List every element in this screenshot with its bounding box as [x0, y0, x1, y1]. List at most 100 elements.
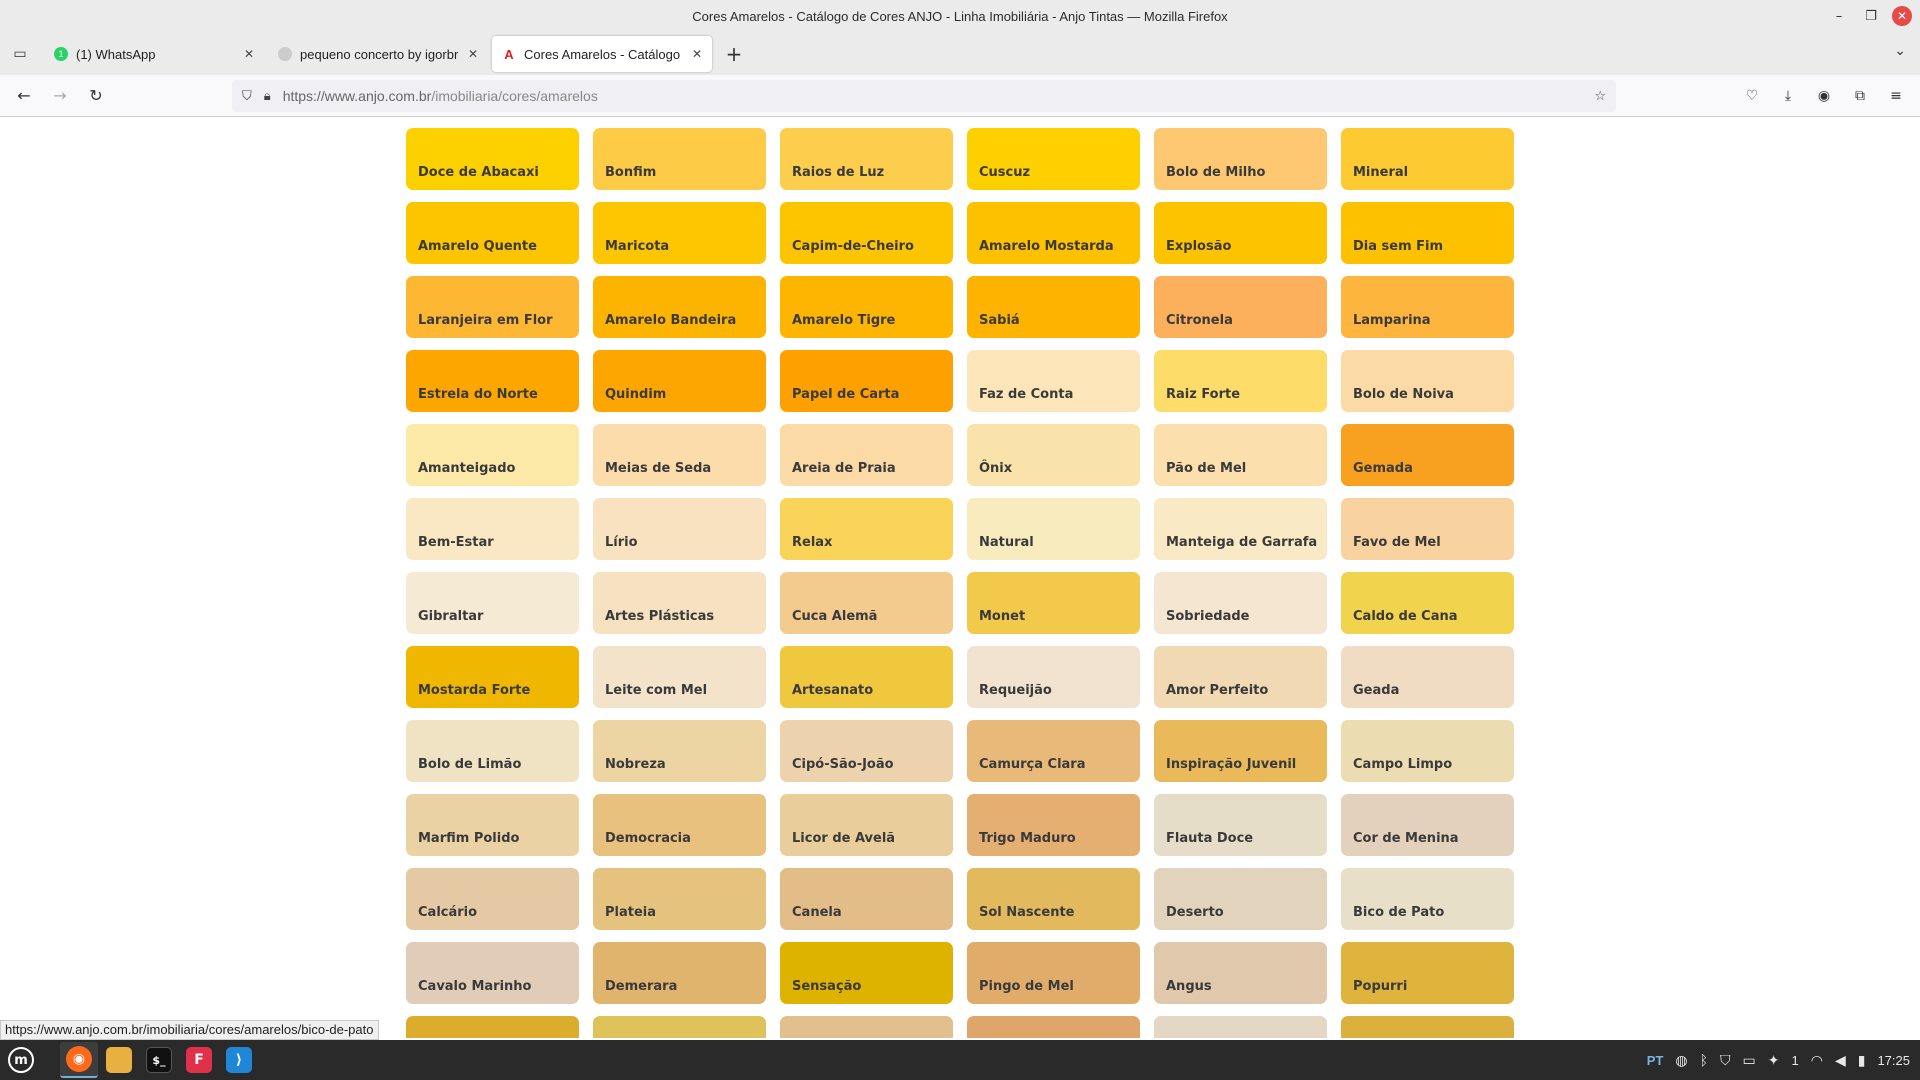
notification-icon[interactable]: ✦ [1768, 1052, 1780, 1069]
color-swatch[interactable]: Relax [780, 498, 953, 560]
color-swatch[interactable]: Cipó-São-João [780, 720, 953, 782]
color-swatch[interactable]: Laranjeira em Flor [406, 276, 579, 338]
color-swatch[interactable]: Bico de Pato [1341, 868, 1514, 930]
color-swatch[interactable]: Flauta Doce [1154, 794, 1327, 856]
color-swatch[interactable]: Geada [1341, 646, 1514, 708]
taskbar-files[interactable] [100, 1042, 138, 1078]
color-swatch[interactable]: Deserto [1154, 868, 1327, 930]
color-swatch[interactable]: Sol Nascente [967, 868, 1140, 930]
extensions-icon[interactable]: ⧉ [1846, 80, 1874, 112]
color-swatch[interactable]: Estrela do Norte [406, 350, 579, 412]
color-swatch[interactable]: Explosão [1154, 202, 1327, 264]
clock[interactable]: 17:25 [1877, 1053, 1910, 1068]
color-swatch[interactable]: Amarelo Tigre [780, 276, 953, 338]
color-swatch[interactable]: Cavalo Marinho [406, 942, 579, 1004]
color-swatch[interactable]: Areia de Praia [780, 424, 953, 486]
color-swatch[interactable]: Capim-de-Cheiro [780, 202, 953, 264]
color-swatch[interactable]: Mineral [1341, 128, 1514, 190]
color-swatch[interactable]: Bolo de Milho [1154, 128, 1327, 190]
color-swatch[interactable]: Manteiga de Garrafa [1154, 498, 1327, 560]
color-swatch[interactable]: Nobreza [593, 720, 766, 782]
wifi-icon[interactable]: ◠ [1811, 1052, 1823, 1069]
color-swatch[interactable]: Citronela [1154, 276, 1327, 338]
color-swatch[interactable]: Dia sem Fim [1341, 202, 1514, 264]
mint-menu-button[interactable]: m [2, 1042, 40, 1078]
color-swatch[interactable] [1341, 1016, 1514, 1038]
reload-icon[interactable]: ↻ [78, 80, 114, 112]
discord-icon[interactable]: ◍ [1675, 1052, 1687, 1069]
color-swatch[interactable]: Camurça Clara [967, 720, 1140, 782]
tab-close-icon[interactable]: ✕ [244, 47, 254, 61]
color-swatch[interactable]: Artesanato [780, 646, 953, 708]
color-swatch[interactable]: Cuscuz [967, 128, 1140, 190]
color-swatch[interactable]: Quindim [593, 350, 766, 412]
minimize-icon[interactable]: – [1828, 5, 1850, 27]
color-swatch[interactable]: Inspiração Juvenil [1154, 720, 1327, 782]
color-swatch[interactable] [780, 1016, 953, 1038]
shield-icon[interactable]: ⛉ [242, 89, 252, 104]
color-swatch[interactable]: Bolo de Limão [406, 720, 579, 782]
color-swatch[interactable]: Popurri [1341, 942, 1514, 1004]
color-swatch[interactable]: Raios de Luz [780, 128, 953, 190]
battery-icon[interactable]: ▮ [1858, 1052, 1866, 1069]
color-swatch[interactable]: Gemada [1341, 424, 1514, 486]
color-swatch[interactable]: Monet [967, 572, 1140, 634]
color-swatch[interactable] [967, 1016, 1140, 1038]
color-swatch[interactable]: Angus [1154, 942, 1327, 1004]
url-text[interactable]: https://www.anjo.com.br/imobiliaria/core… [283, 88, 1583, 104]
color-swatch[interactable]: Meias de Seda [593, 424, 766, 486]
color-swatch[interactable]: Democracia [593, 794, 766, 856]
color-swatch[interactable]: Amarelo Quente [406, 202, 579, 264]
color-swatch[interactable]: Bem-Estar [406, 498, 579, 560]
color-swatch[interactable]: Pão de Mel [1154, 424, 1327, 486]
color-swatch[interactable]: Sensação [780, 942, 953, 1004]
color-swatch[interactable]: Raiz Forte [1154, 350, 1327, 412]
tab-anjo[interactable]: A Cores Amarelos - Catálogo de ✕ [492, 36, 712, 72]
color-swatch[interactable]: Marfim Polido [406, 794, 579, 856]
tab-list-icon[interactable]: ▭ [0, 33, 40, 75]
color-swatch[interactable]: Favo de Mel [1341, 498, 1514, 560]
color-swatch[interactable]: Natural [967, 498, 1140, 560]
color-swatch[interactable]: Maricota [593, 202, 766, 264]
volume-icon[interactable]: ◀ [1835, 1052, 1846, 1069]
tab-close-icon[interactable]: ✕ [468, 47, 478, 61]
color-swatch[interactable] [406, 1016, 579, 1038]
color-swatch[interactable]: Cuca Alemã [780, 572, 953, 634]
lock-icon[interactable]: 🔒︎ [264, 89, 271, 104]
bluetooth-icon[interactable]: ᛒ [1700, 1052, 1708, 1068]
pocket-icon[interactable]: ♡ [1738, 80, 1766, 112]
color-swatch[interactable]: Demerara [593, 942, 766, 1004]
color-swatch[interactable]: Cor de Menina [1341, 794, 1514, 856]
color-swatch[interactable]: Campo Limpo [1341, 720, 1514, 782]
color-swatch[interactable]: Ônix [967, 424, 1140, 486]
bookmark-star-icon[interactable]: ☆ [1594, 89, 1606, 104]
color-swatch[interactable]: Bonfim [593, 128, 766, 190]
color-swatch[interactable]: Amanteigado [406, 424, 579, 486]
forward-icon[interactable]: → [42, 80, 78, 112]
color-swatch[interactable]: Amarelo Bandeira [593, 276, 766, 338]
keyboard-layout[interactable]: PT [1647, 1053, 1664, 1068]
color-swatch[interactable]: Mostarda Forte [406, 646, 579, 708]
color-swatch[interactable]: Papel de Carta [780, 350, 953, 412]
maximize-icon[interactable]: ❐ [1860, 5, 1882, 27]
color-swatch[interactable]: Sabiá [967, 276, 1140, 338]
chevron-down-icon[interactable]: ⌄ [1894, 43, 1906, 59]
taskbar-terminal[interactable]: $_ [140, 1042, 178, 1078]
color-swatch[interactable]: Doce de Abacaxi [406, 128, 579, 190]
color-swatch[interactable]: Lírio [593, 498, 766, 560]
color-swatch[interactable]: Requeijão [967, 646, 1140, 708]
taskbar-text-editor[interactable]: F [180, 1042, 218, 1078]
close-window-icon[interactable]: ✕ [1892, 6, 1912, 26]
download-icon[interactable]: ⤓ [1774, 80, 1802, 112]
color-swatch[interactable]: Caldo de Cana [1341, 572, 1514, 634]
url-bar[interactable]: ⛉ 🔒︎ https://www.anjo.com.br/imobiliaria… [232, 80, 1616, 112]
color-swatch[interactable] [1154, 1016, 1327, 1038]
color-swatch[interactable]: Faz de Conta [967, 350, 1140, 412]
color-swatch[interactable]: Lamparina [1341, 276, 1514, 338]
color-swatch[interactable]: Amor Perfeito [1154, 646, 1327, 708]
color-swatch[interactable]: Plateia [593, 868, 766, 930]
shield-tray-icon[interactable]: ⛉ [1720, 1052, 1731, 1069]
color-swatch[interactable]: Bolo de Noiva [1341, 350, 1514, 412]
color-swatch[interactable]: Leite com Mel [593, 646, 766, 708]
color-swatch[interactable] [593, 1016, 766, 1038]
